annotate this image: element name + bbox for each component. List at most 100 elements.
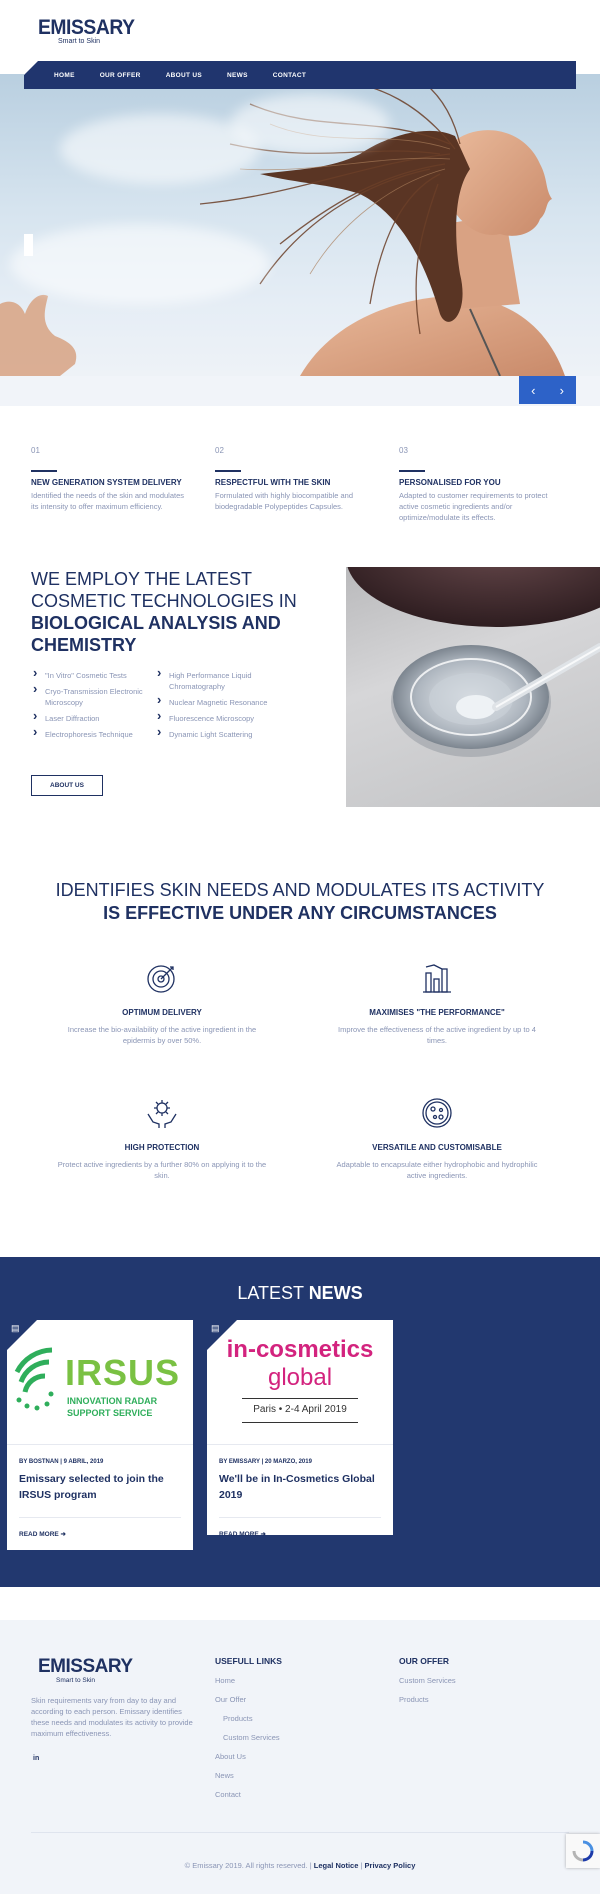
technologies-heading: WE EMPLOY THE LATEST COSMETIC TECHNOLOGI… (31, 568, 321, 656)
slider-arrows: ‹ › (519, 376, 576, 404)
document-icon: ▤ (207, 1320, 237, 1350)
feature-text: Increase the bio-availability of the act… (67, 1025, 257, 1045)
site-footer: EMISSARY Smart to Skin Skin requirements… (0, 1620, 600, 1894)
list-item: High Performance Liquid Chromatography (155, 667, 285, 692)
irsus-sub1: INNOVATION RADAR (67, 1396, 158, 1406)
footer-link-home[interactable]: Home (215, 1676, 282, 1685)
read-more-link[interactable]: READ MORE ➜ (19, 1530, 193, 1538)
list-item: Nuclear Magnetic Resonance (155, 694, 285, 708)
tech-heading-light: WE EMPLOY THE LATEST COSMETIC TECHNOLOGI… (31, 569, 297, 611)
bar-chart-icon (420, 961, 454, 995)
divider (219, 1517, 381, 1518)
feature-card: HIGH PROTECTION Protect active ingredien… (57, 1096, 267, 1181)
news-meta: BY EMISSARY | 20 MARZO, 2019 (219, 1459, 312, 1465)
incosmetics-sub1: global (267, 1364, 333, 1391)
footer-link-our-offer[interactable]: Our Offer (215, 1695, 282, 1704)
feature-title: RESPECTFUL WITH THE SKIN (215, 478, 331, 487)
feature-text: Adapted to customer requirements to prot… (399, 491, 548, 522)
irsus-logo-text: IRSUS (65, 1352, 181, 1393)
irsus-sub2: SUPPORT SERVICE (67, 1408, 153, 1418)
feature-card: VERSATILE AND CUSTOMISABLE Adaptable to … (332, 1096, 542, 1181)
divider (31, 470, 57, 472)
brand-name: EMISSARY (38, 16, 135, 39)
privacy-policy-link[interactable]: Privacy Policy (365, 1861, 416, 1870)
news-title[interactable]: Emissary selected to join the IRSUS prog… (19, 1471, 181, 1503)
document-icon: ▤ (7, 1320, 37, 1350)
about-us-button[interactable]: ABOUT US (31, 775, 103, 796)
our-offer-heading: OUR OFFER (399, 1656, 450, 1666)
feature-number: 01 (31, 446, 40, 455)
footer-link-products[interactable]: Products (399, 1695, 456, 1704)
nav-item-our-offer[interactable]: OUR OFFER (100, 72, 141, 79)
nav-item-contact[interactable]: CONTACT (273, 72, 306, 79)
useful-links: USEFULL LINKS Home Our Offer Products Cu… (215, 1656, 282, 1799)
chevron-left-icon[interactable]: ‹ (531, 383, 535, 398)
site-logo[interactable]: EMISSARY Smart to Skin (38, 16, 143, 45)
hero-slider (0, 74, 600, 376)
footer-logo[interactable]: EMISSARY Smart to Skin (38, 1656, 133, 1684)
feature-text: Adaptable to encapsulate either hydropho… (336, 1160, 538, 1180)
feature-text: Identified the needs of the skin and mod… (31, 491, 185, 511)
recaptcha-badge[interactable] (566, 1834, 600, 1868)
nav-item-about-us[interactable]: ABOUT US (166, 72, 202, 79)
linkedin-icon[interactable]: in (33, 1755, 39, 1762)
hero-bottom-strip (0, 376, 600, 406)
feature-title: PERSONALISED FOR YOU (399, 478, 501, 487)
feature-column: 02 RESPECTFUL WITH THE SKIN Formulated w… (215, 446, 375, 512)
feature-title: MAXIMISES "THE PERFORMANCE" (369, 1008, 505, 1017)
nav-item-news[interactable]: NEWS (227, 72, 248, 79)
divider (19, 1517, 181, 1518)
feature-title: VERSATILE AND CUSTOMISABLE (372, 1143, 502, 1152)
footer-link-about-us[interactable]: About Us (215, 1752, 282, 1761)
news-image-in-cosmetics[interactable]: in-cosmetics global Paris • 2-4 April 20… (207, 1320, 393, 1445)
our-offer-links: OUR OFFER Custom Services Products (399, 1656, 456, 1704)
identifies-line2: IS EFFECTIVE UNDER ANY CIRCUMSTANCES (103, 903, 497, 923)
useful-links-heading: USEFULL LINKS (215, 1656, 282, 1666)
target-icon (145, 961, 179, 995)
news-image-irsus[interactable]: IRSUS INNOVATION RADAR SUPPORT SERVICE ▤ (7, 1320, 193, 1445)
main-navigation: HOME OUR OFFER ABOUT US NEWS CONTACT (24, 61, 576, 89)
news-title[interactable]: We'll be in In-Cosmetics Global 2019 (219, 1471, 381, 1503)
feature-card: OPTIMUM DELIVERY Increase the bio-availa… (57, 961, 267, 1046)
list-item: "In Vitro" Cosmetic Tests (31, 667, 153, 681)
feature-number: 02 (215, 446, 224, 455)
petri-dish-icon (420, 1096, 454, 1130)
latest-news-section: LATEST NEWS IRSUS INNOVATION RADAR SUPPO… (0, 1257, 600, 1587)
footer-link-custom-services[interactable]: Custom Services (215, 1733, 282, 1742)
recaptcha-icon (572, 1840, 594, 1862)
list-item: Electrophoresis Technique (31, 726, 153, 740)
arrow-right-icon: ➜ (60, 1531, 66, 1538)
copyright-bar: © Emissary 2019. All rights reserved. | … (0, 1861, 600, 1870)
protect-hands-icon (145, 1096, 179, 1130)
footer-link-products[interactable]: Products (215, 1714, 282, 1723)
divider (215, 470, 241, 472)
footer-link-news[interactable]: News (215, 1771, 282, 1780)
footer-divider (31, 1832, 569, 1833)
list-item: Dynamic Light Scattering (155, 726, 285, 740)
petri-dish-image (346, 567, 600, 807)
divider (242, 1422, 358, 1423)
footer-brand-name: EMISSARY (38, 1656, 133, 1677)
footer-link-custom-services[interactable]: Custom Services (399, 1676, 456, 1685)
chevron-right-icon[interactable]: › (560, 383, 564, 398)
slide-indicator[interactable] (24, 234, 33, 256)
legal-notice-link[interactable]: Legal Notice (314, 1861, 359, 1870)
feature-column: 01 NEW GENERATION SYSTEM DELIVERY Identi… (31, 446, 191, 512)
list-item: Fluorescence Microscopy (155, 710, 285, 724)
footer-link-contact[interactable]: Contact (215, 1790, 282, 1799)
feature-text: Improve the effectiveness of the active … (338, 1025, 536, 1045)
tech-heading-bold: BIOLOGICAL ANALYSIS AND CHEMISTRY (31, 613, 281, 655)
nav-corner-decoration (24, 61, 38, 75)
read-more-link[interactable]: READ MORE ➜ (219, 1530, 393, 1538)
feature-card: MAXIMISES "THE PERFORMANCE" Improve the … (332, 961, 542, 1046)
nav-item-home[interactable]: HOME (54, 72, 75, 79)
news-card[interactable]: in-cosmetics global Paris • 2-4 April 20… (207, 1320, 393, 1538)
list-item: Cryo-Transmission Electronic Microscopy (31, 683, 153, 708)
separator: | (360, 1861, 363, 1870)
feature-title: OPTIMUM DELIVERY (122, 1008, 202, 1017)
feature-title: NEW GENERATION SYSTEM DELIVERY (31, 478, 182, 487)
divider (242, 1398, 358, 1399)
news-card[interactable]: IRSUS INNOVATION RADAR SUPPORT SERVICE ▤… (7, 1320, 193, 1550)
feature-text: Formulated with highly biocompatible and… (215, 491, 353, 511)
copyright-text: © Emissary 2019. All rights reserved. | (184, 1861, 312, 1870)
